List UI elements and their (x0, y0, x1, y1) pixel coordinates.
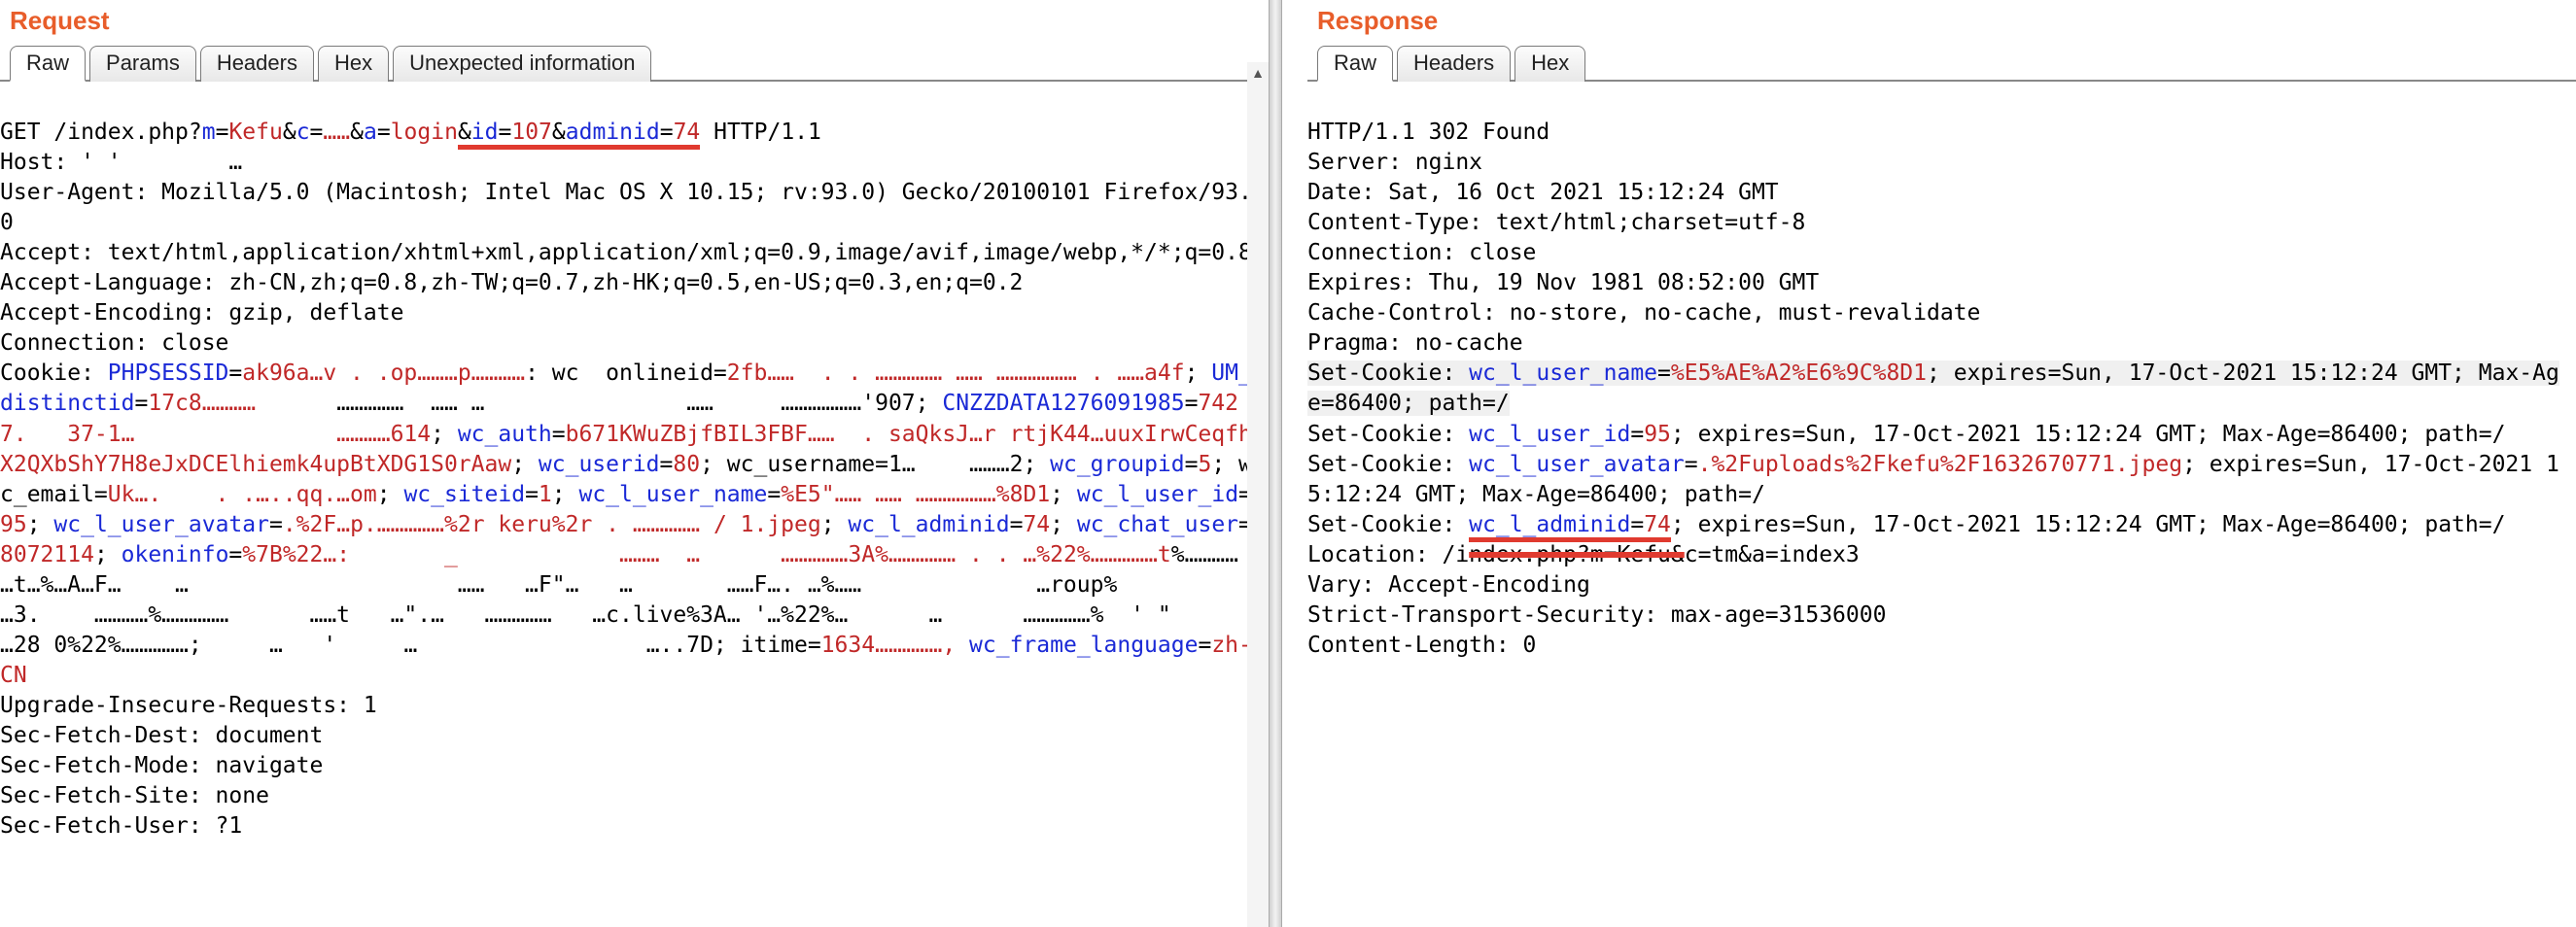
set-cookie-1-val: %E5%AE%A2%E6%9C%8D1 (1671, 360, 1927, 386)
user-agent: User-Agent: Mozilla/5.0 (Macintosh; Inte… (0, 180, 1252, 235)
set-cookie-4-label: Set-Cookie: (1307, 512, 1469, 537)
request-panel: Request Raw Params Headers Hex Unexpecte… (0, 0, 1269, 927)
req-path: /index.php? (53, 120, 201, 145)
set-cookie-2-tail: ; expires=Sun, 17-Oct-2021 15:12:24 GMT;… (1671, 422, 2506, 447)
resp-date: Date: Sat, 16 Oct 2021 15:12:24 GMT (1307, 180, 1779, 205)
panel-divider[interactable] (1269, 0, 1282, 927)
tab-raw-resp[interactable]: Raw (1317, 46, 1393, 82)
amp: & (283, 120, 296, 145)
tab-hex-resp[interactable]: Hex (1514, 46, 1585, 82)
sec-fetch-site: Sec-Fetch-Site: none (0, 783, 269, 808)
set-cookie-2-val: 95 (1644, 422, 1671, 447)
connection-header: Connection: close (0, 330, 228, 356)
host-label: Host: (0, 150, 81, 175)
tab-params[interactable]: Params (89, 46, 196, 82)
accept-language: Accept-Language: zh-CN,zh;q=0.8,zh-TW;q=… (0, 270, 1023, 295)
param-id-key: id (471, 120, 499, 145)
set-cookie-3-val: .%2Fuploads%2Fkefu%2F1632670771.jpeg (1698, 452, 2183, 477)
set-cookie-3-key: wc_l_user_avatar (1469, 452, 1685, 477)
param-a-val: login (391, 120, 458, 145)
response-content[interactable]: HTTP/1.1 302 Found Server: nginx Date: S… (1307, 82, 2576, 695)
accept-encoding: Accept-Encoding: gzip, deflate (0, 300, 403, 326)
tab-unexpected[interactable]: Unexpected information (393, 46, 651, 82)
cookie-label: Cookie: (0, 360, 108, 386)
request-tabs: Raw Params Headers Hex Unexpected inform… (0, 36, 1269, 82)
sec-fetch-dest: Sec-Fetch-Dest: document (0, 723, 323, 748)
tab-headers[interactable]: Headers (200, 46, 314, 82)
amp: & (552, 120, 566, 145)
resp-pragma: Pragma: no-cache (1307, 330, 1523, 356)
location-tail: c=tm&a=index3 (1685, 542, 1860, 567)
scroll-up-icon[interactable]: ▲ (1247, 62, 1269, 84)
scrollbar[interactable]: ▲ (1247, 62, 1269, 927)
resp-expires: Expires: Thu, 19 Nov 1981 08:52:00 GMT (1307, 270, 1819, 295)
tab-headers-resp[interactable]: Headers (1397, 46, 1511, 82)
param-c-val: …… (323, 120, 350, 145)
host-value: ' ' … (81, 150, 242, 175)
resp-content-type: Content-Type: text/html;charset=utf-8 (1307, 210, 1805, 235)
accept-header: Accept: text/html,application/xhtml+xml,… (0, 240, 1252, 265)
param-a-key: a (364, 120, 377, 145)
cookie-value: PHPSESSID=ak96a…v . .op………p…………: wc onli… (0, 360, 1269, 687)
req-proto: HTTP/1.1 (700, 120, 821, 145)
resp-status: HTTP/1.1 302 Found (1307, 120, 1549, 145)
location-redacted: ndex.php?m=Kefu& (1469, 542, 1685, 567)
tab-hex[interactable]: Hex (318, 46, 389, 82)
response-tabs: Raw Headers Hex (1307, 36, 2576, 82)
amp: & (350, 120, 364, 145)
set-cookie-4-tail: ; expires=Sun, 17-Oct-2021 15:12:24 GMT;… (1671, 512, 2506, 537)
resp-server: Server: nginx (1307, 150, 1482, 175)
amp: & (458, 120, 471, 145)
set-cookie-2-key: wc_l_user_id (1469, 422, 1630, 447)
resp-connection: Connection: close (1307, 240, 1536, 265)
resp-sts: Strict-Transport-Security: max-age=31536… (1307, 602, 1886, 628)
param-m-val: Kefu (228, 120, 282, 145)
param-id-val: 107 (511, 120, 552, 145)
resp-vary: Vary: Accept-Encoding (1307, 572, 1590, 598)
set-cookie-4-key: wc_l_adminid (1469, 512, 1630, 542)
location-label: Location: /i (1307, 542, 1469, 567)
resp-content-length: Content-Length: 0 (1307, 633, 1536, 658)
resp-cache-control: Cache-Control: no-store, no-cache, must-… (1307, 300, 1980, 326)
upgrade-insecure: Upgrade-Insecure-Requests: 1 (0, 693, 377, 718)
response-title: Response (1307, 0, 2576, 36)
set-cookie-1-key: wc_l_user_name (1469, 360, 1657, 386)
param-adminid-key: adminid (566, 120, 660, 145)
set-cookie-3-label: Set-Cookie: (1307, 452, 1469, 477)
set-cookie-2-label: Set-Cookie: (1307, 422, 1469, 447)
param-m-key: m (202, 120, 216, 145)
sec-fetch-user: Sec-Fetch-User: ?1 (0, 813, 242, 839)
set-cookie-4-val: 74 (1644, 512, 1671, 542)
param-adminid-val: 74 (674, 120, 701, 145)
request-title: Request (0, 0, 1269, 36)
tab-raw[interactable]: Raw (10, 46, 86, 82)
param-c-key: c (296, 120, 310, 145)
set-cookie-1-label: Set-Cookie: (1307, 360, 1469, 386)
req-method: GET (0, 120, 53, 145)
sec-fetch-mode: Sec-Fetch-Mode: navigate (0, 753, 323, 778)
request-content[interactable]: GET /index.php?m=Kefu&c=……&a=login&id=10… (0, 82, 1269, 876)
response-panel: Response Raw Headers Hex HTTP/1.1 302 Fo… (1282, 0, 2576, 927)
